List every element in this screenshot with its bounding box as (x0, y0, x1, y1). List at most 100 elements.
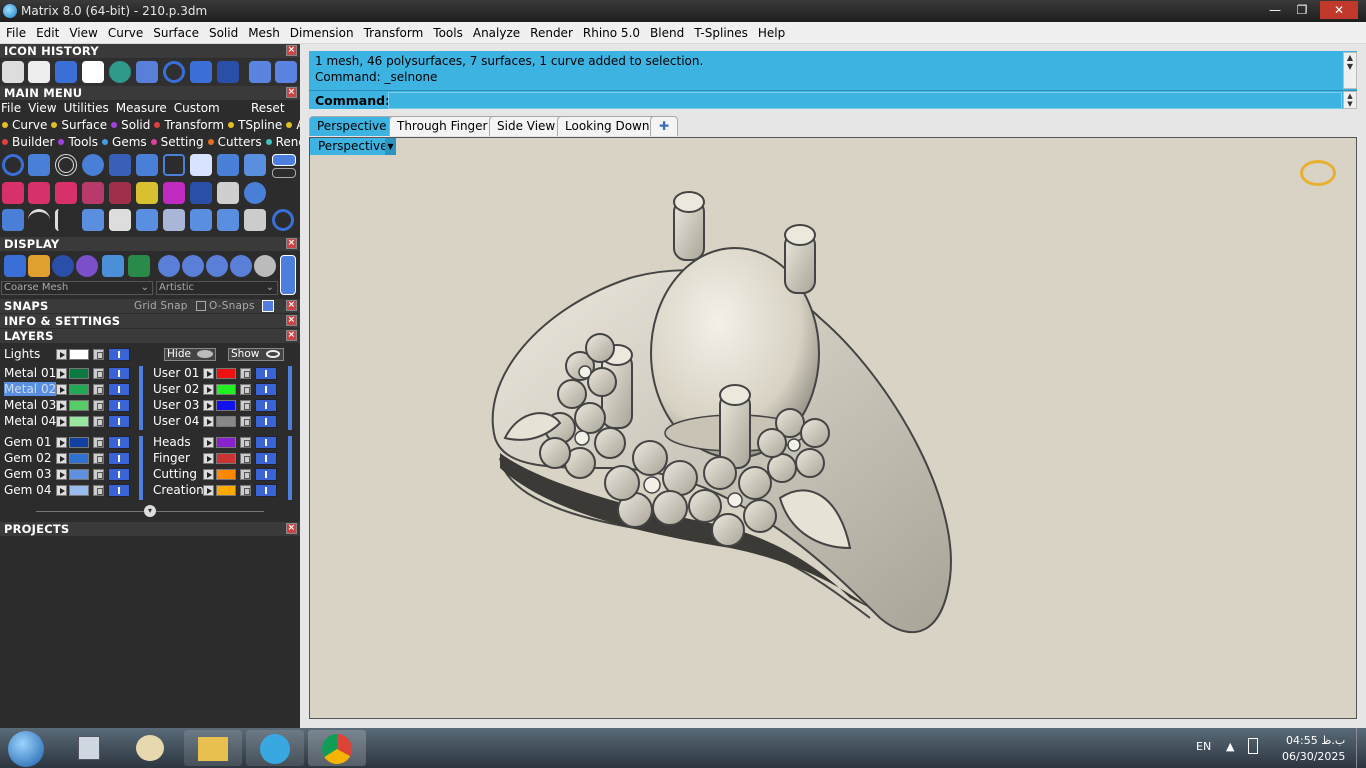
shank-tool-icon[interactable] (244, 154, 266, 176)
expand-icon[interactable] (56, 469, 67, 480)
o-snaps-toggle[interactable]: O-Snaps (209, 299, 255, 313)
history-circle-icon[interactable] (163, 61, 185, 83)
bezel-tool-icon[interactable] (163, 154, 185, 176)
expand-icon[interactable] (203, 416, 214, 427)
category-tspline[interactable]: TSpline (228, 117, 282, 133)
layer-row[interactable]: Gem 01 (4, 435, 140, 450)
toggle-icon[interactable] (272, 168, 296, 178)
arc-icon[interactable] (28, 209, 50, 231)
close-icon[interactable]: × (286, 87, 297, 98)
expand-icon[interactable] (203, 453, 214, 464)
snaps-header[interactable]: SNAPS Grid Snap O-Snaps × (0, 299, 300, 313)
expand-icon[interactable] (203, 368, 214, 379)
category-transform[interactable]: Transform (154, 117, 224, 133)
material-icon[interactable] (230, 255, 252, 277)
tab-looking-down[interactable]: Looking Down (557, 116, 658, 136)
cut-icon[interactable] (244, 209, 266, 231)
layer-color-swatch[interactable] (69, 368, 89, 379)
lock-icon[interactable] (240, 416, 251, 427)
history-ring-icon[interactable] (55, 61, 77, 83)
layers-header[interactable]: LAYERS × (0, 329, 300, 343)
menu-tools[interactable]: Tools (428, 22, 468, 44)
grid-toggle-icon[interactable] (128, 255, 150, 277)
layer-row[interactable]: Heads (153, 435, 289, 450)
display-style-dropdown[interactable]: Artistic ⌄ (156, 281, 278, 295)
layer-name[interactable]: Gem 04 (4, 483, 51, 497)
layer-row[interactable]: Creation (153, 483, 289, 498)
ring-tool-icon[interactable] (55, 154, 77, 176)
tray-arrow-icon[interactable]: ▲ (1226, 740, 1234, 753)
o-snaps-checkbox[interactable] (196, 301, 206, 311)
layer-row[interactable]: Metal 04 (4, 414, 140, 429)
shaded-icon[interactable] (52, 255, 74, 277)
add-point-icon[interactable] (2, 182, 24, 204)
layer-color-swatch[interactable] (69, 485, 89, 496)
add-point-icon[interactable] (28, 182, 50, 204)
layer-name[interactable]: User 04 (153, 414, 199, 428)
visibility-icon[interactable] (108, 436, 130, 449)
layer-row[interactable]: User 04 (153, 414, 289, 429)
layer-color-swatch[interactable] (216, 400, 236, 411)
expand-icon[interactable] (56, 437, 67, 448)
menu-mesh[interactable]: Mesh (243, 22, 285, 44)
lock-icon[interactable] (93, 384, 104, 395)
prong-tool-icon[interactable] (109, 154, 131, 176)
rendered-icon[interactable] (76, 255, 98, 277)
perspective-viewport[interactable] (309, 137, 1357, 719)
hide-button[interactable]: Hide (164, 348, 216, 361)
layer-color-swatch[interactable] (216, 469, 236, 480)
visibility-icon[interactable] (255, 436, 277, 449)
layer-color-swatch[interactable] (216, 453, 236, 464)
category-cutters[interactable]: Cutters (207, 134, 262, 150)
lock-icon[interactable] (93, 368, 104, 379)
layer-name[interactable]: User 01 (153, 366, 199, 380)
projects-header[interactable]: PROJECTS × (0, 522, 300, 536)
camera-icon[interactable] (102, 255, 124, 277)
close-icon[interactable]: × (286, 45, 297, 56)
link-icon[interactable] (136, 182, 158, 204)
calculator-taskbar-button[interactable] (60, 730, 118, 766)
chrome-taskbar-button[interactable] (308, 730, 366, 766)
expand-icon[interactable] (56, 384, 67, 395)
visibility-icon[interactable] (108, 452, 130, 465)
lock-icon[interactable] (93, 485, 104, 496)
category-gems[interactable]: Gems (102, 134, 147, 150)
curve-tool-icon[interactable] (28, 154, 50, 176)
layer-row[interactable]: Metal 02 (4, 382, 140, 397)
history-globe-icon[interactable] (109, 61, 131, 83)
history-forward-icon[interactable] (275, 61, 297, 83)
band-tool-icon[interactable] (82, 154, 104, 176)
mesh-icon[interactable] (217, 182, 239, 204)
expand-icon[interactable] (56, 485, 67, 496)
lock-icon[interactable] (240, 469, 251, 480)
visibility-icon[interactable] (255, 468, 277, 481)
clock-date[interactable]: 06/30/2025 (1282, 750, 1345, 763)
layer-row[interactable]: Gem 04 (4, 483, 140, 498)
history-curve-icon[interactable] (28, 61, 50, 83)
viewport-label[interactable]: Perspective ▼ (310, 138, 396, 155)
restore-button[interactable]: ❐ (1289, 1, 1315, 19)
tab-through-finger[interactable]: Through Finger (389, 116, 496, 136)
move-icon[interactable] (109, 209, 131, 231)
visibility-icon[interactable] (255, 383, 277, 396)
layer-name[interactable]: Gem 02 (4, 451, 51, 465)
start-button[interactable] (8, 731, 44, 767)
menu-edit[interactable]: Edit (31, 22, 64, 44)
material-icon[interactable] (206, 255, 228, 277)
toggle-icon[interactable] (272, 154, 296, 166)
menu-dimension[interactable]: Dimension (285, 22, 359, 44)
display-toggle-icon[interactable] (280, 255, 296, 295)
menu-transform[interactable]: Transform (359, 22, 429, 44)
lock-icon[interactable] (240, 453, 251, 464)
lock-icon[interactable] (240, 400, 251, 411)
light-icon[interactable] (28, 255, 50, 277)
history-back-icon[interactable] (249, 61, 271, 83)
expand-icon[interactable] (203, 400, 214, 411)
layer-color-swatch[interactable] (69, 453, 89, 464)
menu-blend[interactable]: Blend (645, 22, 689, 44)
lock-icon[interactable] (240, 368, 251, 379)
lock-icon[interactable] (93, 416, 104, 427)
visibility-icon[interactable] (108, 468, 130, 481)
lock-icon[interactable] (240, 384, 251, 395)
visibility-icon[interactable] (108, 484, 130, 497)
